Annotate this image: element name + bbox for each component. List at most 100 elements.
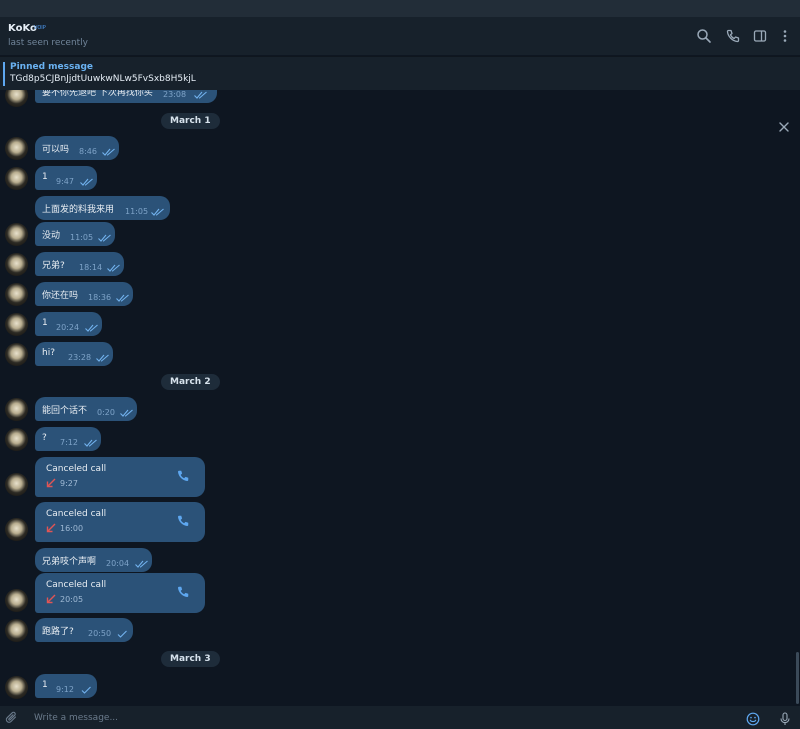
avatar[interactable] (5, 137, 28, 160)
call-time: 9:27 (60, 479, 78, 488)
message-text: 你还在吗 (42, 291, 79, 301)
missed-call-arrow-icon (46, 594, 56, 604)
read-receipt-icon (151, 208, 164, 216)
avatar[interactable] (5, 676, 28, 699)
contact-name[interactable]: KoKo (8, 23, 37, 34)
avatar[interactable] (5, 589, 28, 612)
call-time: 16:00 (60, 524, 84, 533)
message-text: hi? (42, 348, 55, 358)
message-time: 0:20 (97, 408, 115, 417)
search-icon[interactable] (696, 28, 712, 44)
phone-icon[interactable] (176, 585, 190, 599)
call-bubble[interactable]: Canceled call 20:05 (35, 573, 205, 613)
message-bubble[interactable]: hi? 23:28 (35, 342, 113, 366)
message-time: 18:36 (88, 293, 112, 302)
message-text: ? (42, 433, 47, 443)
call-bubble[interactable]: Canceled call 9:27 (35, 457, 205, 497)
sidebar-toggle-icon[interactable] (752, 28, 768, 44)
message-bubble[interactable]: 上面发的料我来用 11:05 (35, 196, 170, 220)
read-receipt-icon (96, 354, 109, 362)
message-time: 20:50 (88, 629, 112, 638)
call-status: Canceled call (46, 580, 107, 590)
message-bubble[interactable]: 要不你先退吧 下次再找你买 23:08 (35, 90, 217, 103)
message-time: 7:12 (60, 438, 78, 447)
message-composer[interactable] (0, 706, 800, 729)
phone-icon[interactable] (725, 28, 741, 44)
phone-icon[interactable] (176, 469, 190, 483)
chat-header[interactable]: KoKo VOIP last seen recently (0, 17, 800, 55)
phone-icon[interactable] (176, 514, 190, 528)
microphone-icon[interactable] (778, 712, 792, 726)
contact-status: last seen recently (8, 38, 89, 48)
avatar[interactable] (5, 428, 28, 451)
read-receipt-icon (80, 178, 93, 186)
window-top-bar (0, 0, 800, 17)
read-receipt-icon (116, 294, 129, 302)
call-bubble[interactable]: Canceled call 16:00 (35, 502, 205, 542)
message-time: 18:14 (79, 263, 103, 272)
message-text: 兄弟? (42, 261, 65, 271)
message-bubble[interactable]: 跑路了? 20:50 (35, 618, 133, 642)
message-text: 可以吗 (42, 145, 70, 155)
avatar[interactable] (5, 223, 28, 246)
avatar[interactable] (5, 343, 28, 366)
message-input[interactable] (32, 710, 712, 726)
message-text: 1 (42, 680, 48, 690)
message-bubble[interactable]: 兄弟吱个声啊 20:04 (35, 548, 152, 572)
read-receipt-icon (102, 148, 115, 156)
message-bubble[interactable]: 兄弟? 18:14 (35, 252, 124, 276)
avatar[interactable] (5, 619, 28, 642)
message-time: 8:46 (79, 147, 97, 156)
read-receipt-icon (80, 686, 93, 694)
avatar[interactable] (5, 253, 28, 276)
message-time: 11:05 (70, 233, 94, 242)
scrollbar[interactable] (796, 652, 799, 704)
message-bubble[interactable]: 1 20:24 (35, 312, 102, 336)
pinned-accent-bar (3, 62, 5, 86)
message-bubble[interactable]: 1 9:47 (35, 166, 97, 190)
read-receipt-icon (84, 439, 97, 447)
message-text: 要不你先退吧 下次再找你买 (42, 90, 153, 98)
avatar[interactable] (5, 90, 28, 107)
call-time: 20:05 (60, 595, 84, 604)
message-text: 没动 (42, 231, 61, 241)
avatar[interactable] (5, 518, 28, 541)
message-bubble[interactable]: 没动 11:05 (35, 222, 115, 246)
message-text: 能回个话不 (42, 406, 88, 416)
pinned-text: TGd8p5CJBnJjdtUuwkwNLw5FvSxb8H5kjL (10, 74, 196, 84)
message-text: 1 (42, 172, 48, 182)
read-receipt-icon (107, 264, 120, 272)
read-receipt-icon (194, 91, 207, 99)
message-time: 9:47 (56, 177, 74, 186)
message-time: 23:08 (163, 90, 187, 99)
message-bubble[interactable]: 能回个话不 0:20 (35, 397, 137, 421)
message-bubble[interactable]: 可以吗 8:46 (35, 136, 119, 160)
call-status: Canceled call (46, 464, 107, 474)
message-text: 跑路了? (42, 627, 74, 637)
read-receipt-icon (98, 234, 111, 242)
date-separator: March 1 (161, 113, 220, 129)
read-receipt-icon (120, 409, 133, 417)
avatar[interactable] (5, 313, 28, 336)
more-vertical-icon[interactable] (777, 28, 793, 44)
message-time: 20:24 (56, 323, 80, 332)
avatar[interactable] (5, 473, 28, 496)
contact-badge: VOIP (34, 25, 46, 31)
message-time: 20:04 (106, 559, 130, 568)
message-bubble[interactable]: 1 9:12 (35, 674, 97, 698)
read-receipt-icon (85, 324, 98, 332)
message-bubble[interactable]: ? 7:12 (35, 427, 101, 451)
emoji-icon[interactable] (746, 712, 760, 726)
message-bubble[interactable]: 你还在吗 18:36 (35, 282, 133, 306)
paperclip-icon[interactable] (5, 711, 19, 725)
pinned-message-bar[interactable]: Pinned message TGd8p5CJBnJjdtUuwkwNLw5Fv… (0, 56, 800, 132)
message-list[interactable]: 要不你先退吧 下次再找你买 23:08 March 1 可以吗 8:46 1 9… (0, 90, 800, 706)
message-text: 1 (42, 318, 48, 328)
message-time: 9:12 (56, 685, 74, 694)
message-time: 11:05 (125, 207, 149, 216)
avatar[interactable] (5, 398, 28, 421)
avatar[interactable] (5, 283, 28, 306)
read-receipt-icon (116, 630, 129, 638)
missed-call-arrow-icon (46, 478, 56, 488)
avatar[interactable] (5, 167, 28, 190)
